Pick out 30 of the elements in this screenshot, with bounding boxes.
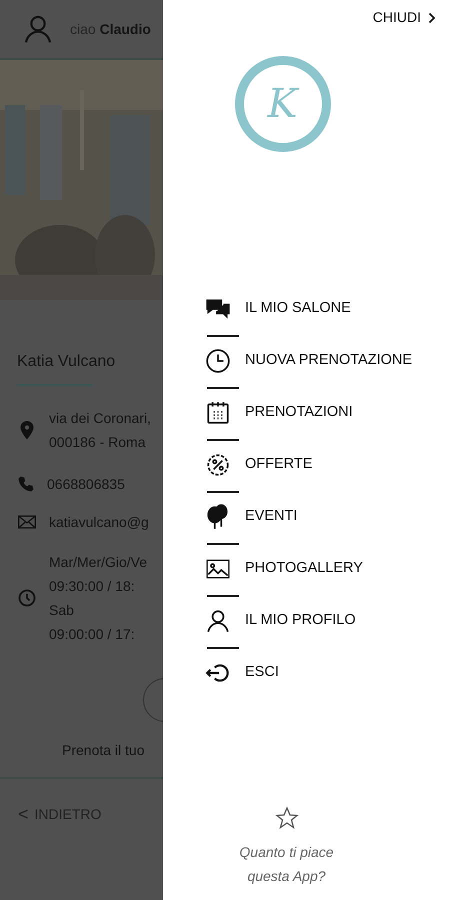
opening-hours-line: Sab [49,601,75,620]
star-icon[interactable] [274,806,298,830]
clock-icon [17,588,37,608]
user-icon[interactable] [22,13,54,45]
email-text: katiavulcano@g [49,513,149,532]
menu-item[interactable]: EVENTI [205,502,298,532]
rating-prompt-text: Quanto ti piace questa App? [239,843,334,886]
menu-item[interactable]: PRENOTAZIONI [205,398,353,428]
opening-hours-line: Mar/Mer/Gio/Ve [49,553,148,572]
opening-hours-line: 09:30:00 / 18: [49,577,136,596]
clock-icon [205,348,231,374]
address-line: 000186 - Roma [49,433,147,452]
menu-item[interactable]: NUOVA PRENOTAZIONE [205,346,412,376]
booking-text: Prenota il tuo [62,741,146,760]
opening-hours-line: 09:00:00 / 17: [49,625,136,644]
menu-item[interactable]: IL MIO PROFILO [205,606,356,636]
menu-item[interactable]: ESCI [205,658,279,688]
user-icon [205,608,231,634]
menu-item[interactable]: PHOTOGALLERY [205,554,363,584]
menu-item[interactable]: OFFERTE [205,450,312,480]
address-line: via dei Coronari, [49,409,151,428]
menu-item[interactable]: IL MIO SALONE [205,294,351,324]
calendar-icon [205,400,231,426]
logo: K [234,56,330,152]
phone-text: 0668806835 [47,475,125,494]
close-button[interactable]: CHIUDI [372,7,438,28]
percent-badge-icon [205,452,231,478]
phone-icon [17,475,35,493]
salon-name: Katia Vulcano [17,352,116,372]
chevron-right-icon [426,10,438,24]
